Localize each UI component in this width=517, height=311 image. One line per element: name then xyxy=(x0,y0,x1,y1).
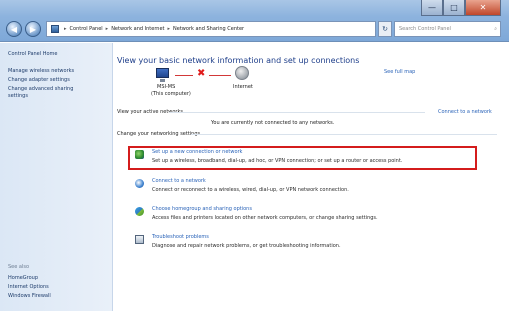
section-divider xyxy=(169,112,425,113)
internet-globe-icon xyxy=(235,66,249,80)
network-map: ✖ MSI-MS (This computer) Internet xyxy=(143,65,283,105)
sidebar-item-advanced-sharing-cont[interactable]: settings xyxy=(8,93,28,100)
breadcrumb-network-sharing-center[interactable]: Network and Sharing Center xyxy=(173,26,244,32)
sidebar-item-advanced-sharing[interactable]: Change advanced sharing xyxy=(8,86,73,93)
breadcrumb-separator: ▸ xyxy=(64,26,67,32)
not-connected-text: You are currently not connected to any n… xyxy=(211,120,335,126)
connect-network-link[interactable]: Connect to a network xyxy=(152,178,206,184)
section-divider xyxy=(191,134,497,135)
internet-label: Internet xyxy=(233,84,253,90)
troubleshoot-desc: Diagnose and repair network problems, or… xyxy=(152,243,341,249)
see-also-homegroup[interactable]: HomeGroup xyxy=(8,275,38,282)
forward-button[interactable]: ▶ xyxy=(25,21,41,37)
homegroup-icon xyxy=(135,207,144,216)
connect-network-desc: Connect or reconnect to a wireless, wire… xyxy=(152,187,349,193)
main-content: View your basic network information and … xyxy=(113,43,509,311)
title-bar: — □ ✕ ◀ ▶ ▸ Control Panel ▸ Network and … xyxy=(0,0,509,42)
see-also-title: See also xyxy=(8,264,30,270)
homegroup-link[interactable]: Choose homegroup and sharing options xyxy=(152,206,252,212)
sidebar-item-manage-wireless[interactable]: Manage wireless networks xyxy=(8,68,74,75)
back-arrow-icon: ◀ xyxy=(10,24,18,34)
connection-line xyxy=(175,75,193,76)
window-controls: — □ ✕ xyxy=(421,0,501,16)
homegroup-desc: Access files and printers located on oth… xyxy=(152,215,378,221)
disconnected-x-icon: ✖ xyxy=(197,68,206,79)
sidebar-item-change-adapter[interactable]: Change adapter settings xyxy=(8,77,70,84)
computer-icon xyxy=(156,68,169,82)
control-panel-icon xyxy=(51,25,59,33)
maximize-button[interactable]: □ xyxy=(443,0,465,16)
connect-to-network-link[interactable]: Connect to a network xyxy=(438,109,492,115)
search-input[interactable]: Search Control Panel ⌕ xyxy=(394,21,501,37)
breadcrumb-separator: ▸ xyxy=(105,26,109,32)
forward-arrow-icon: ▶ xyxy=(29,24,37,34)
close-button[interactable]: ✕ xyxy=(465,0,501,16)
troubleshoot-link[interactable]: Troubleshoot problems xyxy=(152,234,209,240)
setup-connection-link[interactable]: Set up a new connection or network xyxy=(152,149,242,155)
refresh-button[interactable]: ↻ xyxy=(378,21,392,37)
troubleshoot-icon xyxy=(135,235,144,244)
setup-connection-icon xyxy=(135,150,144,159)
minimize-button[interactable]: — xyxy=(421,0,443,16)
breadcrumb-control-panel[interactable]: Control Panel xyxy=(70,26,103,32)
connect-network-icon xyxy=(135,179,144,188)
back-button[interactable]: ◀ xyxy=(6,21,22,37)
computer-name: MSI-MS xyxy=(157,84,176,90)
window-right-edge xyxy=(509,0,517,311)
search-placeholder: Search Control Panel xyxy=(399,26,451,32)
setup-connection-desc: Set up a wireless, broadband, dial-up, a… xyxy=(152,158,403,164)
see-also-internet-options[interactable]: Internet Options xyxy=(8,284,49,291)
connection-line xyxy=(209,75,231,76)
computer-sub: (This computer) xyxy=(151,91,191,97)
see-also-windows-firewall[interactable]: Windows Firewall xyxy=(8,293,51,300)
breadcrumb-separator: ▸ xyxy=(167,26,171,32)
breadcrumb-network-and-internet[interactable]: Network and Internet xyxy=(111,26,164,32)
change-settings-title: Change your networking settings xyxy=(117,131,201,137)
sidebar-item-control-panel-home[interactable]: Control Panel Home xyxy=(8,51,58,58)
search-icon: ⌕ xyxy=(494,26,497,32)
page-title: View your basic network information and … xyxy=(117,56,360,65)
see-full-map-link[interactable]: See full map xyxy=(384,69,415,75)
sidebar: Control Panel Home Manage wireless netwo… xyxy=(0,43,113,311)
address-bar[interactable]: ▸ Control Panel ▸ Network and Internet ▸… xyxy=(46,21,376,37)
